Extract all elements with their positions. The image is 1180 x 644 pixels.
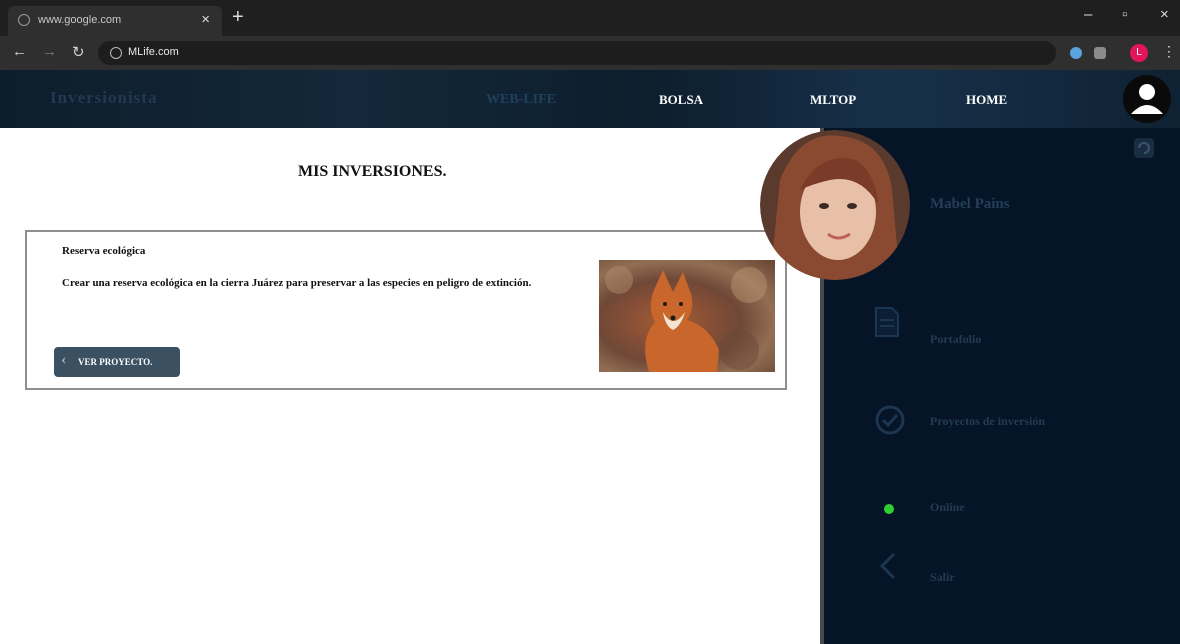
site-info-icon[interactable] (110, 47, 122, 59)
maximize-button[interactable]: ▫ (1122, 6, 1127, 23)
nav-bolsa[interactable]: BOLSA (659, 92, 703, 108)
browser-menu-icon[interactable]: ⋮ (1162, 43, 1176, 60)
profile-avatar-icon[interactable]: L (1130, 44, 1148, 62)
chevron-left-icon: ‹ (61, 351, 67, 368)
user-account-icon[interactable] (1122, 74, 1172, 124)
check-circle-icon (874, 404, 906, 441)
brand-logo[interactable]: Inversionista (50, 88, 157, 108)
sidebar-item-portafolio[interactable]: Portafolio (930, 332, 981, 347)
page-title: MIS INVERSIONES. (298, 163, 447, 180)
forward-arrow-icon[interactable]: → (42, 43, 57, 60)
browser-tab[interactable]: www.google.com × (8, 6, 222, 36)
view-project-button[interactable]: ‹ VER PROYECTO. (54, 347, 180, 377)
nav-mltop[interactable]: MLTOP (810, 92, 856, 108)
chevron-left-icon (874, 550, 902, 587)
profile-photo (760, 130, 910, 280)
online-status-icon (884, 504, 894, 514)
investment-card: Reserva ecológica Crear una reserva ecol… (25, 230, 787, 390)
tab-close-icon[interactable]: × (201, 11, 210, 28)
sidebar-item-online: Online (930, 500, 965, 514)
fox-image (599, 260, 775, 372)
user-name: Mabel Pains (930, 196, 1010, 212)
reload-icon[interactable]: ↻ (72, 43, 85, 61)
window-close-button[interactable]: × (1160, 6, 1169, 23)
minimize-button[interactable]: – (1084, 6, 1092, 23)
nav-web-life[interactable]: WEB-LIFE (486, 92, 556, 108)
document-icon (874, 306, 900, 343)
sidebar-item-proyectos[interactable]: Proyectos de inversión (930, 414, 1045, 429)
view-project-label: VER PROYECTO. (78, 357, 153, 367)
new-tab-button[interactable]: + (232, 6, 244, 28)
address-bar[interactable]: MLife.com (98, 41, 1056, 65)
card-title: Reserva ecológica (62, 245, 146, 257)
site-header: Inversionista WEB-LIFE BOLSA MLTOP HOME (0, 70, 1180, 128)
globe-icon (18, 14, 30, 26)
browser-tabstrip: www.google.com × + – ▫ × (0, 0, 1180, 36)
nav-home[interactable]: HOME (966, 92, 1007, 108)
sidebar-item-salir[interactable]: Salir (930, 570, 955, 585)
browser-toolbar: ← → ↻ MLife.com L ⋮ (0, 36, 1180, 70)
card-description: Crear una reserva ecológica en la cierra… (62, 277, 532, 289)
extension-icon[interactable] (1094, 47, 1106, 59)
cloud-extension-icon[interactable] (1070, 47, 1082, 59)
url-text: MLife.com (128, 46, 179, 58)
back-arrow-icon[interactable]: ← (12, 43, 27, 60)
refresh-icon[interactable] (1132, 136, 1156, 160)
tab-title: www.google.com (38, 14, 122, 26)
